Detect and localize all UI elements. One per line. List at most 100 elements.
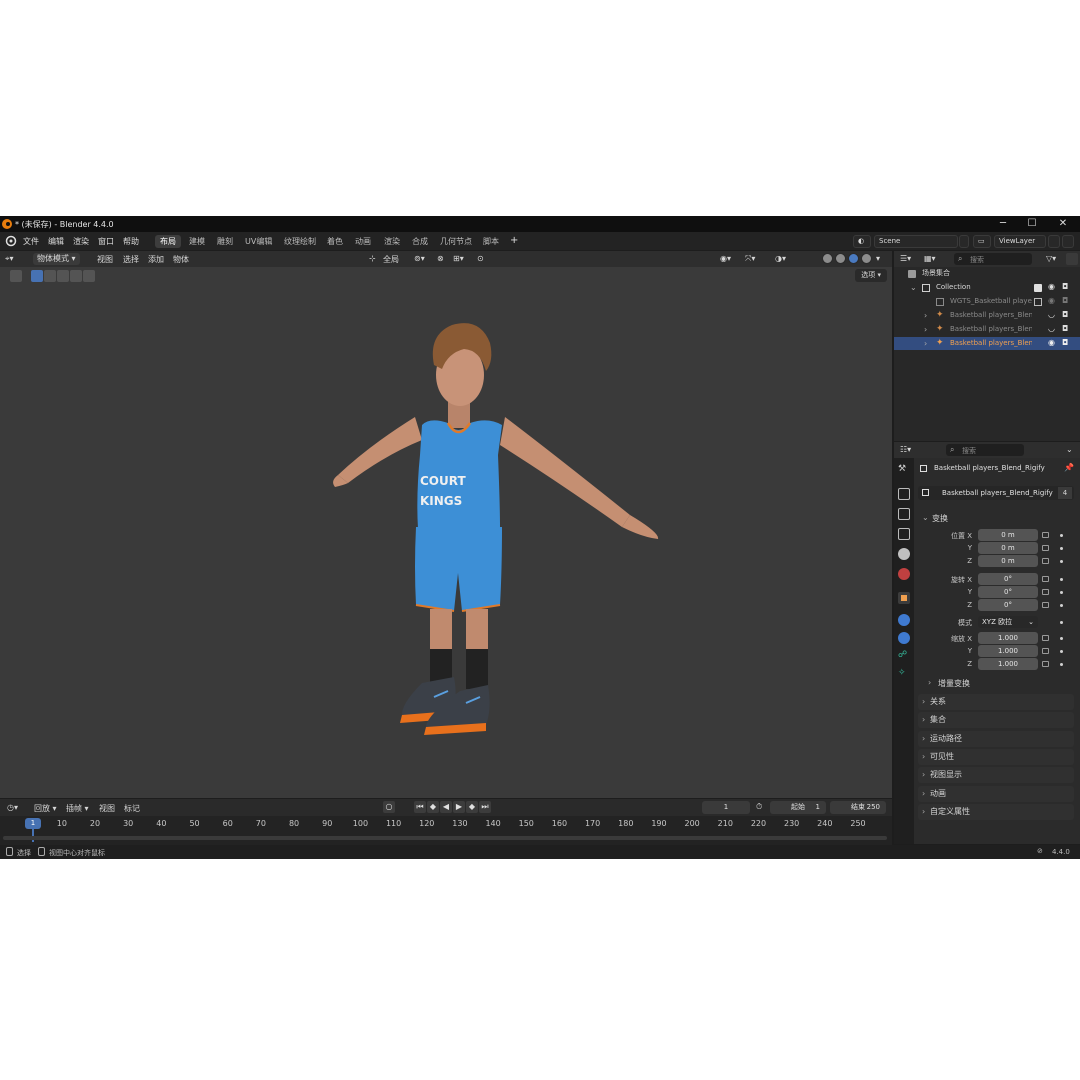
world-tab-icon[interactable] bbox=[898, 568, 910, 580]
modifier-tab-icon[interactable] bbox=[898, 614, 910, 626]
menu-help[interactable]: 帮助 bbox=[123, 236, 139, 247]
scene-close-icon[interactable] bbox=[959, 235, 969, 248]
rotation-x-field[interactable]: 0° bbox=[978, 573, 1038, 585]
properties-section-1[interactable]: › 集合 bbox=[918, 712, 1074, 729]
scene-field[interactable]: Scene bbox=[874, 235, 958, 248]
outliner-row-object-1[interactable]: › ✦ Basketball players_Blen ◡ ◘ bbox=[894, 309, 1080, 322]
expand-chevron-icon[interactable]: › bbox=[924, 323, 927, 336]
tab-rendering[interactable]: 渲染 bbox=[379, 235, 405, 248]
scale-z-field[interactable]: 1.000 bbox=[978, 658, 1038, 670]
camera-icon[interactable]: ◘ bbox=[1062, 297, 1070, 305]
eye-icon[interactable]: ◉ bbox=[1048, 283, 1056, 291]
jump-keyframe-forward-icon[interactable]: ◆ bbox=[466, 801, 478, 813]
select-new-icon[interactable] bbox=[31, 270, 43, 282]
view-layer-tab-icon[interactable] bbox=[898, 528, 910, 540]
timeline-menu-marker[interactable]: 标记 bbox=[124, 803, 140, 814]
rotation-y-field[interactable]: 0° bbox=[978, 586, 1038, 598]
properties-search-input[interactable]: ⌕ 搜索 bbox=[946, 444, 1024, 456]
viewport-menu-add[interactable]: 添加 bbox=[148, 254, 164, 265]
properties-section-2[interactable]: › 运动路径 bbox=[918, 730, 1074, 747]
mode-selector[interactable]: 物体模式 ▾ bbox=[33, 253, 80, 265]
jump-start-icon[interactable]: ⏮ bbox=[414, 801, 426, 813]
properties-options-icon[interactable]: ⌄ bbox=[1066, 445, 1073, 454]
maximize-button[interactable]: ☐ bbox=[1025, 217, 1039, 231]
checkbox-icon[interactable] bbox=[1034, 298, 1042, 306]
tab-layout[interactable]: 布局 bbox=[155, 235, 181, 248]
tab-texture-paint[interactable]: 纹理绘制 bbox=[279, 235, 321, 248]
timeline-menu-view[interactable]: 视图 bbox=[99, 803, 115, 814]
scene-browse-icon[interactable]: ◐ bbox=[853, 235, 871, 248]
lock-icon[interactable] bbox=[1042, 558, 1049, 564]
outliner-editor-icon[interactable]: ☰▾ bbox=[900, 254, 911, 263]
eye-closed-icon[interactable]: ◡ bbox=[1048, 325, 1056, 333]
play-icon[interactable]: ▶ bbox=[453, 801, 465, 813]
menu-file[interactable]: 文件 bbox=[23, 236, 39, 247]
keyframe-dot-icon[interactable] bbox=[1060, 591, 1063, 594]
shading-material-icon[interactable] bbox=[848, 253, 859, 264]
shading-wireframe-icon[interactable] bbox=[822, 253, 833, 264]
timeline-editor-icon[interactable]: ◷▾ bbox=[7, 803, 18, 812]
scale-x-field[interactable]: 1.000 bbox=[978, 632, 1038, 644]
tab-shading[interactable]: 着色 bbox=[322, 235, 348, 248]
blender-menu-icon[interactable] bbox=[4, 235, 18, 247]
shading-solid-icon[interactable] bbox=[835, 253, 846, 264]
current-frame-field[interactable]: 1 bbox=[702, 801, 750, 814]
jump-keyframe-back-icon[interactable]: ◆ bbox=[427, 801, 439, 813]
transform-orientation-icon[interactable]: ⊹ bbox=[369, 254, 376, 263]
play-reverse-icon[interactable]: ◀ bbox=[440, 801, 452, 813]
viewport-menu-view[interactable]: 视图 bbox=[97, 254, 113, 265]
proportional-edit-icon[interactable]: ⊙ bbox=[477, 254, 484, 263]
gizmo-icon[interactable]: ⤧▾ bbox=[745, 254, 755, 264]
outliner-search-input[interactable]: ⌕ 搜索 bbox=[954, 253, 1032, 265]
start-frame-field[interactable]: 起始 1 bbox=[770, 801, 826, 814]
frame-rate-icon[interactable]: ⏱ bbox=[756, 802, 762, 812]
pin-icon[interactable]: 📌 bbox=[1064, 463, 1074, 472]
rotation-mode-select[interactable]: XYZ 欧拉 ⌄ bbox=[978, 616, 1038, 628]
properties-section-0[interactable]: › 关系 bbox=[918, 694, 1074, 710]
transform-orientation-select[interactable]: 全局 bbox=[383, 254, 399, 265]
view-layer-new-icon[interactable] bbox=[1048, 235, 1060, 248]
lock-icon[interactable] bbox=[1042, 648, 1049, 654]
shading-rendered-icon[interactable] bbox=[861, 253, 872, 264]
minimize-button[interactable]: ─ bbox=[996, 217, 1010, 231]
location-x-field[interactable]: 0 m bbox=[978, 529, 1038, 541]
render-tab-icon[interactable] bbox=[898, 488, 910, 500]
view-layer-close-icon[interactable] bbox=[1062, 235, 1074, 248]
armature-data-tab-icon[interactable]: ✧ bbox=[898, 668, 910, 680]
properties-section-3[interactable]: › 可见性 bbox=[918, 748, 1074, 765]
eye-icon[interactable]: ◉ bbox=[1048, 339, 1056, 347]
outliner-row-object-3[interactable]: › ✦ Basketball players_Blen ◉ ◘ bbox=[894, 337, 1080, 350]
keyframe-dot-icon[interactable] bbox=[1060, 621, 1063, 624]
timeline-menu-playback[interactable]: 回放 ▾ bbox=[34, 803, 57, 814]
close-button[interactable]: ✕ bbox=[1056, 217, 1070, 231]
select-subtract-icon[interactable] bbox=[57, 270, 69, 282]
snap-icon[interactable]: ⊗ bbox=[437, 254, 444, 263]
checkbox-icon[interactable] bbox=[1034, 284, 1042, 292]
filter-icon[interactable]: ▽▾ bbox=[1046, 254, 1056, 263]
tab-geometry-nodes[interactable]: 几何节点 bbox=[435, 235, 477, 248]
shading-options-icon[interactable]: ▾ bbox=[876, 254, 880, 263]
properties-section-5[interactable]: › 动画 bbox=[918, 785, 1074, 802]
tab-modeling[interactable]: 建模 bbox=[184, 235, 210, 248]
menu-window[interactable]: 窗口 bbox=[98, 236, 114, 247]
editor-type-icon[interactable]: ⌖▾ bbox=[5, 254, 14, 264]
lock-icon[interactable] bbox=[1042, 602, 1049, 608]
new-collection-icon[interactable] bbox=[1066, 253, 1078, 265]
expand-chevron-icon[interactable]: › bbox=[924, 337, 927, 350]
outliner-row-object-2[interactable]: › ✦ Basketball players_Blen ◡ ◘ bbox=[894, 323, 1080, 336]
tool-tab-icon[interactable]: ⚒ bbox=[898, 464, 910, 476]
basketball-player-model[interactable]: COURT KINGS 35 bbox=[330, 305, 670, 810]
lock-icon[interactable] bbox=[1042, 576, 1049, 582]
keyframe-dot-icon[interactable] bbox=[1060, 650, 1063, 653]
constraint-tab-icon[interactable]: ☍ bbox=[898, 650, 910, 662]
lock-icon[interactable] bbox=[1042, 532, 1049, 538]
end-frame-field[interactable]: 结束 250 bbox=[830, 801, 886, 814]
keyframe-dot-icon[interactable] bbox=[1060, 534, 1063, 537]
location-z-field[interactable]: 0 m bbox=[978, 555, 1038, 567]
eye-closed-icon[interactable]: ◡ bbox=[1048, 311, 1056, 319]
camera-icon[interactable]: ◘ bbox=[1062, 339, 1070, 347]
lock-icon[interactable] bbox=[1042, 589, 1049, 595]
camera-icon[interactable]: ◘ bbox=[1062, 283, 1070, 291]
select-invert-icon[interactable] bbox=[70, 270, 82, 282]
location-y-field[interactable]: 0 m bbox=[978, 542, 1038, 554]
